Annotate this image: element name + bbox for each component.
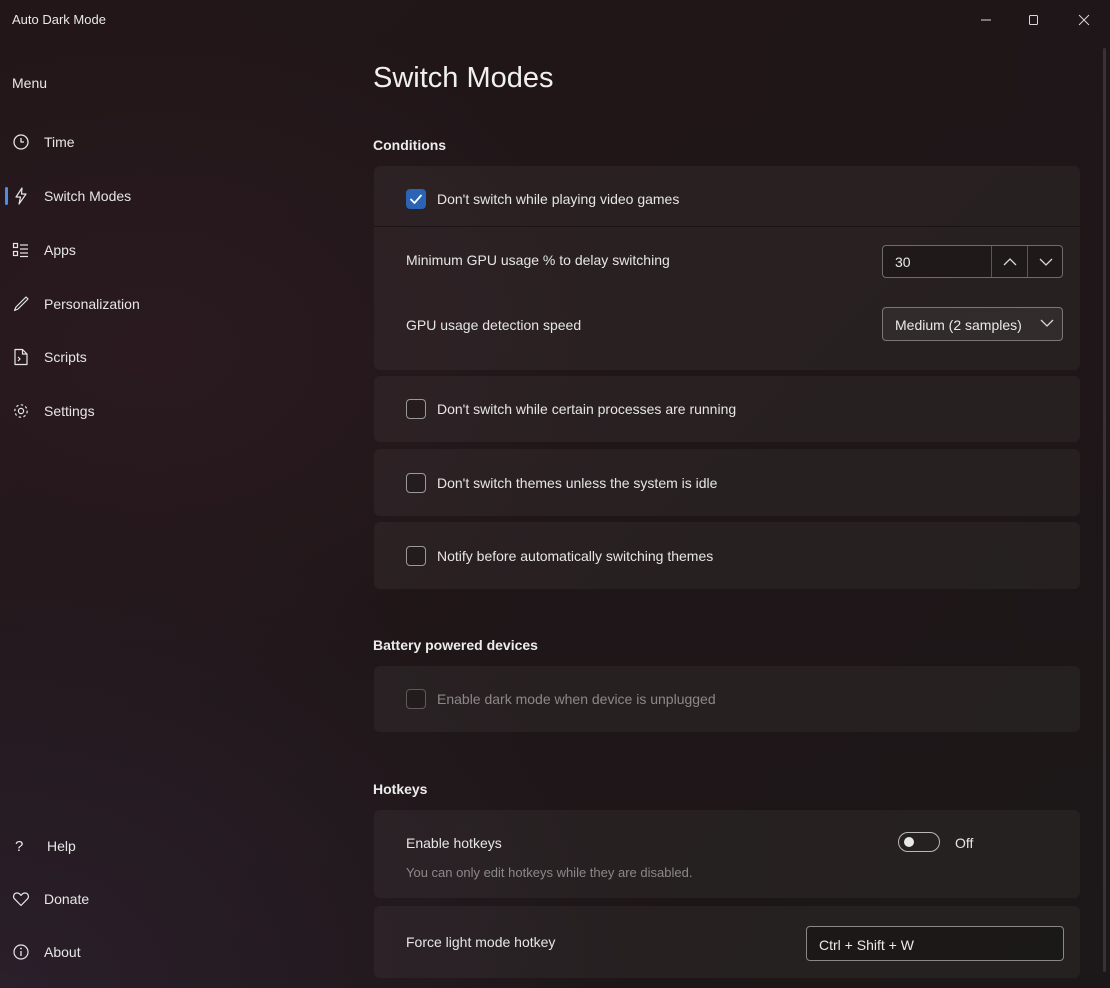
apps-list-icon xyxy=(12,241,40,259)
processes-checkbox[interactable] xyxy=(406,399,426,419)
section-title-conditions: Conditions xyxy=(373,137,447,153)
gpu-threshold-label: Minimum GPU usage % to delay switching xyxy=(406,252,670,268)
gpu-speed-value: Medium (2 samples) xyxy=(895,317,1022,333)
idle-checkbox-label: Don't switch themes unless the system is… xyxy=(437,475,718,491)
section-title-hotkeys: Hotkeys xyxy=(373,781,428,797)
processes-checkbox-label: Don't switch while certain processes are… xyxy=(437,401,737,417)
notify-checkbox-label: Notify before automatically switching th… xyxy=(437,548,714,564)
bolt-icon xyxy=(12,187,40,205)
gear-icon xyxy=(12,402,40,420)
nav-item-label: Donate xyxy=(44,891,90,907)
checkmark-icon xyxy=(410,194,422,204)
force-light-hotkey-value: Ctrl + Shift + W xyxy=(819,937,914,953)
enable-hotkeys-description: You can only edit hotkeys while they are… xyxy=(406,865,693,880)
gpu-speed-dropdown[interactable]: Medium (2 samples) xyxy=(882,307,1063,341)
nav-item-personalization[interactable]: Personalization xyxy=(4,284,344,324)
nav-item-label: Settings xyxy=(44,403,95,419)
nav-item-label: Help xyxy=(47,838,76,854)
app-title: Auto Dark Mode xyxy=(12,12,106,27)
nav-item-about[interactable]: About xyxy=(4,932,344,972)
toggle-knob xyxy=(904,837,914,847)
page-title: Switch Modes xyxy=(373,62,554,94)
nav-item-settings[interactable]: Settings xyxy=(4,391,344,431)
gpu-speed-label: GPU usage detection speed xyxy=(406,317,582,333)
section-title-battery: Battery powered devices xyxy=(373,637,538,653)
enable-hotkeys-card xyxy=(374,810,1080,898)
nav-item-label: Apps xyxy=(44,242,76,258)
idle-checkbox[interactable] xyxy=(406,473,426,493)
enable-hotkeys-label: Enable hotkeys xyxy=(406,835,502,851)
menu-label: Menu xyxy=(12,75,48,91)
close-icon xyxy=(1078,14,1090,26)
force-light-hotkey-input[interactable]: Ctrl + Shift + W xyxy=(806,926,1064,961)
decrement-button[interactable] xyxy=(1027,246,1064,277)
nav-item-label: Switch Modes xyxy=(44,188,132,204)
scrollbar[interactable] xyxy=(1103,48,1106,972)
nav-item-switch-modes[interactable]: Switch Modes xyxy=(4,176,344,216)
gpu-threshold-numberbox[interactable]: 30 xyxy=(882,245,1063,278)
minimize-icon xyxy=(981,19,991,21)
games-checkbox-label: Don't switch while playing video games xyxy=(437,191,680,207)
nav-item-label: Personalization xyxy=(44,296,140,312)
toggle-state-label: Off xyxy=(955,835,974,851)
chevron-up-icon xyxy=(1003,257,1017,265)
increment-button[interactable] xyxy=(991,246,1028,277)
chevron-down-icon xyxy=(1039,258,1053,266)
nav-item-time[interactable]: Time xyxy=(4,122,344,162)
heart-icon xyxy=(12,890,40,908)
nav-item-label: Scripts xyxy=(44,349,87,365)
force-light-hotkey-label: Force light mode hotkey xyxy=(406,934,556,950)
nav-item-apps[interactable]: Apps xyxy=(4,230,344,270)
notify-checkbox[interactable] xyxy=(406,546,426,566)
nav-item-scripts[interactable]: Scripts xyxy=(4,337,344,377)
games-checkbox[interactable] xyxy=(406,189,426,209)
nav-item-donate[interactable]: Donate xyxy=(4,879,344,919)
title-bar: Auto Dark Mode xyxy=(0,0,1110,40)
script-file-icon xyxy=(12,348,40,366)
nav-item-help[interactable]: ? Help xyxy=(4,826,344,866)
maximize-button[interactable] xyxy=(1010,0,1058,40)
maximize-icon xyxy=(1029,15,1038,25)
gpu-threshold-value: 30 xyxy=(895,254,911,270)
close-button[interactable] xyxy=(1060,0,1108,40)
nav-item-label: About xyxy=(44,944,81,960)
clock-icon xyxy=(12,133,40,151)
unplugged-checkbox[interactable] xyxy=(406,689,426,709)
info-icon xyxy=(12,943,40,961)
pen-icon xyxy=(12,295,40,313)
enable-hotkeys-toggle[interactable] xyxy=(898,832,940,852)
chevron-down-icon xyxy=(1040,319,1054,327)
card-divider xyxy=(374,226,1080,227)
unplugged-checkbox-label: Enable dark mode when device is unplugge… xyxy=(437,691,716,707)
nav-item-label: Time xyxy=(44,134,75,150)
question-icon: ? xyxy=(15,837,24,855)
minimize-button[interactable] xyxy=(962,0,1010,40)
